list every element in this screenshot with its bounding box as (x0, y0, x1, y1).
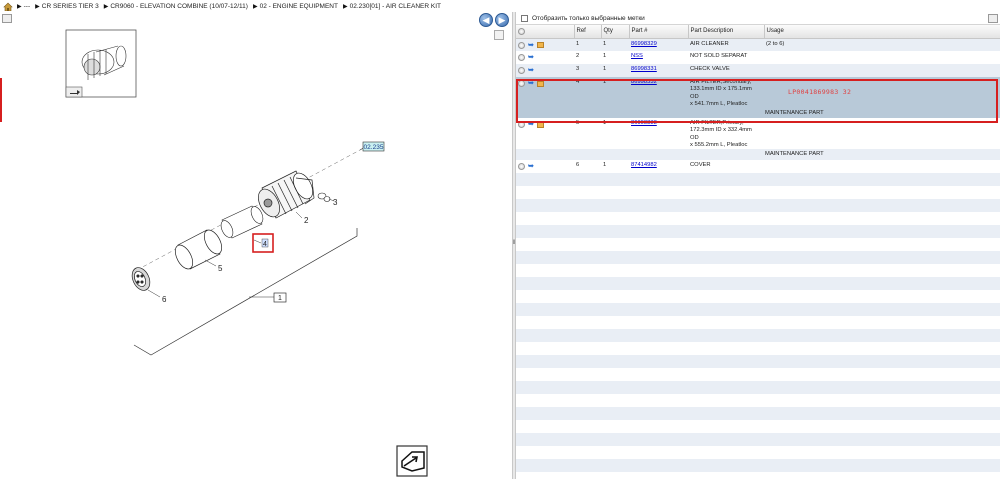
show-selected-checkbox[interactable] (521, 14, 528, 22)
description-cell: AIR FILTER,Secondary, 133.1mm ID x 175.1m… (688, 77, 764, 109)
qty-cell: 1 (601, 160, 629, 174)
callout-4: 4 (263, 241, 267, 248)
panel-menu-icon[interactable] (988, 14, 998, 23)
link-arrow-icon[interactable]: ➥ (528, 121, 534, 128)
table-row[interactable]: ➥ 5 1 86998333 AIR FILTER,Primary, 172.3m… (516, 118, 1000, 150)
select-all-header[interactable] (516, 25, 575, 39)
callout-1: 1 (278, 295, 282, 302)
callout-2: 2 (304, 216, 309, 225)
thumbnail-preview[interactable] (65, 29, 137, 98)
usage-cell (764, 64, 1000, 77)
qty-cell: 1 (601, 118, 629, 150)
link-arrow-icon[interactable]: ➥ (528, 67, 534, 74)
ref-tag-label: 02.235 (364, 144, 384, 151)
empty-rows (516, 173, 1000, 485)
parts-table: Ref Qty Part # Part Description Usage ➥ … (516, 25, 1000, 174)
column-header-description[interactable]: Part Description (688, 25, 765, 39)
ref-cell: 6 (574, 160, 601, 174)
ref-cell: 5 (574, 118, 601, 150)
column-header-qty[interactable]: Qty (601, 25, 630, 39)
table-row[interactable]: ➥ 6 1 87414982 COVER (516, 160, 1000, 174)
info-icon[interactable] (518, 54, 525, 61)
qty-cell: 1 (601, 38, 629, 51)
cart-box-icon[interactable] (536, 42, 544, 48)
usage-cell: (2 to 6) (764, 38, 1000, 51)
info-icon[interactable] (518, 80, 525, 87)
cart-box-icon[interactable] (536, 121, 544, 128)
usage-cell (764, 160, 1000, 174)
link-arrow-icon[interactable]: ➥ (528, 42, 534, 49)
table-row[interactable]: ➥ 3 1 86998331 CHECK VALVE (516, 64, 1000, 77)
part-number-link[interactable]: 87414982 (631, 162, 657, 168)
callout-6: 6 (162, 295, 167, 304)
parts-panel: Отобразить только выбранные метки Ref Qt… (516, 12, 1000, 485)
ref-cell: 2 (574, 51, 601, 64)
part-number-link[interactable]: NSS (631, 53, 643, 59)
description-cell: CHECK VALVE (688, 64, 764, 77)
maintenance-note: MAINTENANCE PART (764, 149, 1000, 161)
usage-cell (764, 51, 1000, 64)
callout-5: 5 (218, 264, 223, 273)
description-cell: COVER (688, 160, 764, 174)
table-row-note: MAINTENANCE PART (516, 108, 1000, 119)
part-number-link[interactable]: 86998329 (631, 41, 657, 47)
show-selected-label: Отобразить только выбранные метки (532, 14, 645, 22)
table-row-selected[interactable]: ➥ 4 1 86998332 AIR FILTER,Secondary, 133.… (516, 77, 1000, 109)
callout-3: 3 (333, 198, 338, 207)
qty-cell: 1 (601, 64, 629, 77)
part-number-link[interactable]: 86998333 (631, 120, 657, 126)
description-cell: NOT SOLD SEPARAT (688, 51, 764, 64)
air-cleaner-housing (258, 170, 315, 219)
info-icon[interactable] (518, 67, 525, 74)
link-arrow-icon[interactable]: ➥ (528, 80, 534, 87)
select-all-icon (518, 27, 525, 35)
link-arrow-icon[interactable]: ➥ (528, 163, 534, 170)
description-cell: AIR FILTER,Primary, 172.3mm ID x 332.4mm … (688, 118, 764, 150)
ref-cell: 4 (574, 77, 601, 109)
qty-cell: 1 (601, 51, 629, 64)
info-icon[interactable] (518, 163, 525, 171)
info-icon[interactable] (518, 121, 525, 129)
description-cell: AIR CLEANER (688, 38, 764, 51)
exploded-diagram: 1 02.235 2 3 4 5 6 (65, 29, 428, 477)
table-row[interactable]: ➥ 2 1 NSS NOT SOLD SEPARAT (516, 51, 1000, 64)
filter-bar: Отобразить только выбранные метки (516, 12, 1000, 25)
ref-cell: 1 (574, 38, 601, 51)
maintenance-note: MAINTENANCE PART (764, 108, 1000, 119)
part-number-link[interactable]: 86998332 (631, 79, 657, 85)
link-arrow-icon[interactable]: ➥ (528, 54, 534, 61)
table-row-note: MAINTENANCE PART (516, 149, 1000, 161)
table-row[interactable]: ➥ 1 1 86998329 AIR CLEANER (2 to 6) (516, 38, 1000, 51)
check-valve (317, 192, 331, 202)
watermark-text: LP0041869983 32 (788, 88, 852, 96)
ref-cell: 3 (574, 64, 601, 77)
cart-box-icon[interactable] (536, 80, 544, 87)
info-icon[interactable] (518, 41, 525, 49)
export-button[interactable] (396, 445, 428, 477)
column-header-ref[interactable]: Ref (574, 25, 602, 39)
part-number-link[interactable]: 86998331 (631, 66, 657, 72)
column-header-usage[interactable]: Usage (764, 25, 1000, 39)
usage-cell (764, 118, 1000, 150)
column-header-part[interactable]: Part # (629, 25, 689, 39)
qty-cell: 1 (601, 77, 629, 109)
cover (131, 267, 151, 291)
